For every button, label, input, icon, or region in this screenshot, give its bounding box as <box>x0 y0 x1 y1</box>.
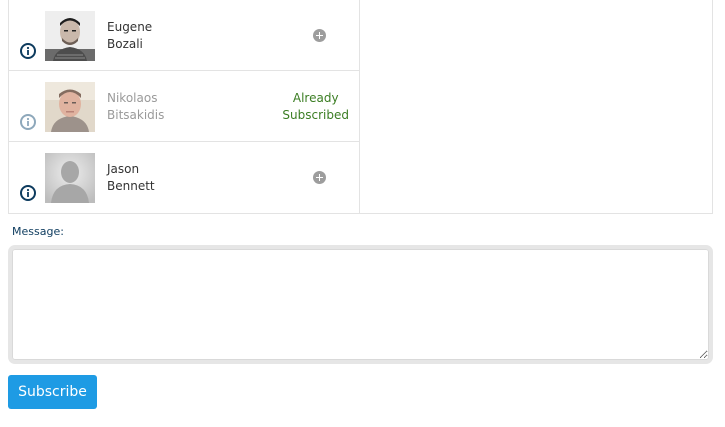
follower-row-nikolaos: Nikolaos Bitsakidis Already Subscribed <box>9 71 359 142</box>
followers-list: Eugene Bozali Nikolaos Bitsakidis Alread… <box>9 0 360 213</box>
add-follower-icon[interactable] <box>313 29 326 42</box>
follower-row-eugene: Eugene Bozali <box>9 0 359 71</box>
info-icon[interactable] <box>20 43 36 59</box>
subscribe-button[interactable]: Subscribe <box>8 375 97 409</box>
avatar <box>45 82 95 132</box>
message-field-wrapper <box>8 245 713 364</box>
message-label: Message: <box>12 225 64 238</box>
avatar <box>45 11 95 61</box>
add-follower-icon[interactable] <box>313 171 326 184</box>
follower-name[interactable]: Nikolaos Bitsakidis <box>107 90 164 124</box>
default-avatar-icon <box>45 153 95 203</box>
followers-panel: Eugene Bozali Nikolaos Bitsakidis Alread… <box>8 0 713 214</box>
info-icon[interactable] <box>20 114 36 130</box>
already-subscribed-label: Already Subscribed <box>282 91 349 122</box>
message-textarea[interactable] <box>12 249 709 360</box>
follower-row-jason: Jason Bennett <box>9 142 359 213</box>
info-icon[interactable] <box>20 185 36 201</box>
follower-name[interactable]: Eugene Bozali <box>107 19 152 53</box>
follower-name[interactable]: Jason Bennett <box>107 161 155 195</box>
